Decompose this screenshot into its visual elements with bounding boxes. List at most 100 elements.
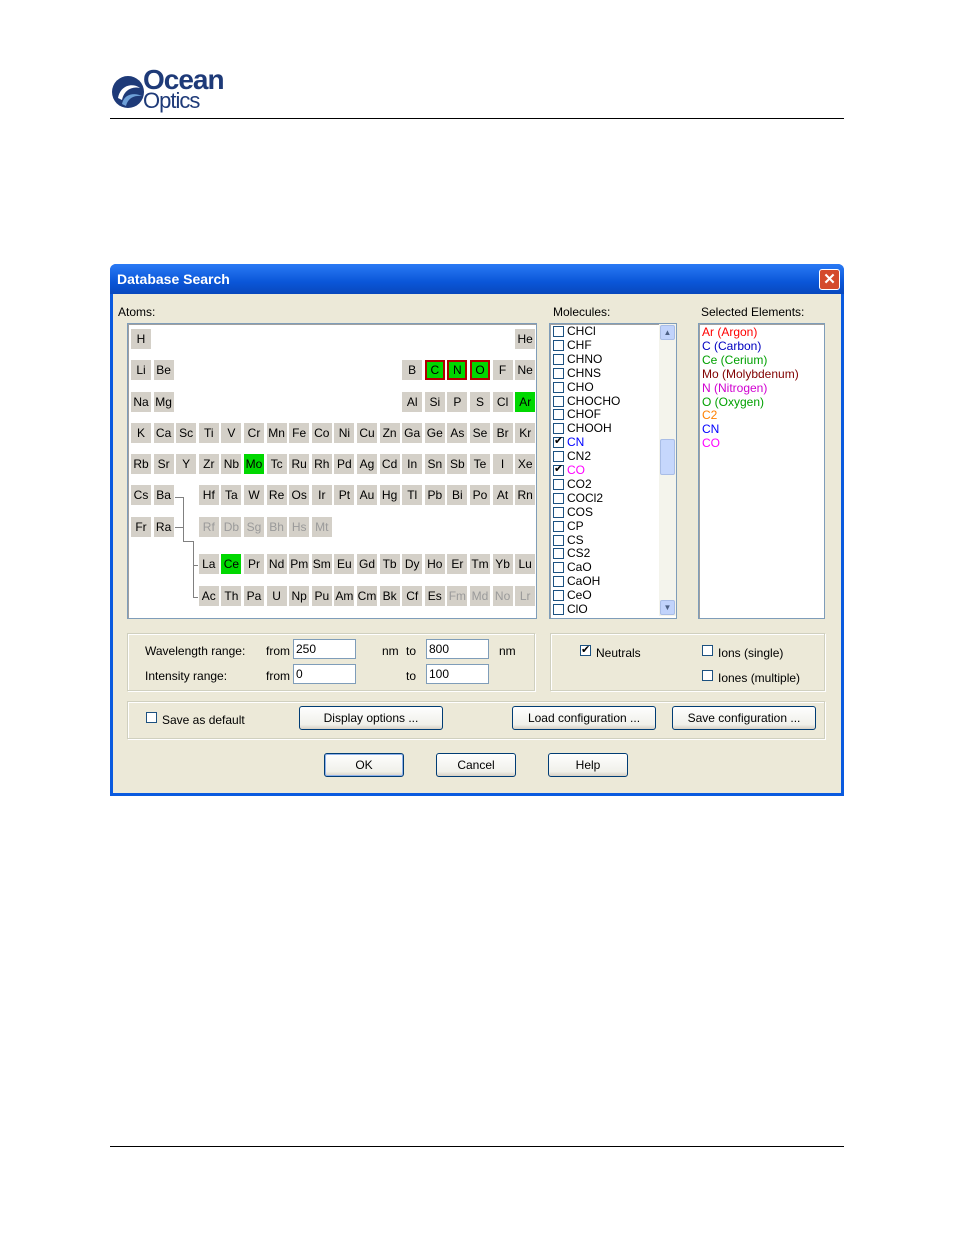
element-bi[interactable]: Bi [447, 485, 468, 505]
element-f[interactable]: F [492, 360, 513, 380]
ions-multiple-checkbox[interactable]: Iones (multiple) [702, 669, 800, 687]
element-p[interactable]: P [447, 392, 468, 412]
element-sc[interactable]: Sc [176, 423, 197, 443]
selected-element-item[interactable]: Ar (Argon) [702, 326, 757, 339]
molecule-item[interactable]: CS2 [553, 547, 590, 561]
save-configuration-button[interactable]: Save configuration ... [672, 706, 816, 730]
element-rb[interactable]: Rb [131, 454, 151, 474]
element-kr[interactable]: Kr [515, 423, 536, 443]
scroll-down-icon[interactable]: ▼ [660, 600, 675, 615]
element-ar[interactable]: Ar [515, 392, 536, 412]
cancel-button[interactable]: Cancel [436, 753, 516, 777]
element-ce[interactable]: Ce [221, 554, 242, 574]
element-ti[interactable]: Ti [198, 423, 219, 443]
checkbox-icon[interactable] [553, 478, 564, 490]
element-zr[interactable]: Zr [198, 454, 219, 474]
molecule-item[interactable]: CHOF [553, 408, 601, 422]
element-hs[interactable]: Hs [289, 517, 310, 537]
checkbox-icon[interactable] [553, 492, 564, 504]
selected-element-item[interactable]: Ce (Cerium) [702, 353, 767, 367]
element-er[interactable]: Er [447, 554, 468, 574]
checkbox-icon[interactable] [553, 604, 564, 615]
element-mo[interactable]: Mo [244, 454, 264, 474]
element-es[interactable]: Es [424, 586, 445, 606]
intensity-to-input[interactable]: 100 [426, 664, 489, 684]
element-ne[interactable]: Ne [515, 360, 536, 380]
element-y[interactable]: Y [176, 454, 197, 474]
molecule-item[interactable]: COCl2 [553, 491, 603, 506]
element-tl[interactable]: Tl [402, 485, 423, 505]
element-c[interactable]: C [424, 360, 445, 380]
ions-single-checkbox[interactable]: Ions (single) [702, 644, 783, 662]
element-yb[interactable]: Yb [492, 554, 513, 574]
element-k[interactable]: K [131, 423, 151, 443]
element-pt[interactable]: Pt [334, 485, 355, 505]
element-ge[interactable]: Ge [424, 423, 445, 443]
molecule-item[interactable]: CO [553, 463, 585, 478]
element-ag[interactable]: Ag [357, 454, 377, 474]
molecule-item[interactable]: CHNO [553, 352, 602, 367]
element-sn[interactable]: Sn [424, 454, 445, 474]
ions-single-check-icon[interactable] [702, 645, 713, 656]
selected-element-item[interactable]: O (Oxygen) [702, 395, 764, 409]
element-u[interactable]: U [266, 586, 287, 606]
element-br[interactable]: Br [492, 423, 513, 443]
element-al[interactable]: Al [402, 392, 423, 412]
molecule-item[interactable]: CHOOH [553, 422, 612, 436]
neutrals-checkbox[interactable]: Neutrals [580, 643, 641, 662]
element-te[interactable]: Te [470, 454, 490, 474]
element-be[interactable]: Be [153, 360, 174, 380]
wavelength-from-input[interactable]: 250 [293, 639, 356, 659]
element-pa[interactable]: Pa [244, 586, 264, 606]
element-w[interactable]: W [244, 485, 264, 505]
save-as-default-checkbox[interactable]: Save as default [146, 711, 245, 729]
element-bh[interactable]: Bh [266, 517, 287, 537]
intensity-from-input[interactable]: 0 [293, 664, 356, 684]
selected-element-item[interactable]: CO [702, 437, 720, 450]
element-se[interactable]: Se [470, 423, 490, 443]
element-eu[interactable]: Eu [334, 554, 355, 574]
element-re[interactable]: Re [266, 485, 287, 505]
title-bar[interactable]: Database Search ✕ [110, 264, 844, 294]
element-rn[interactable]: Rn [515, 485, 536, 505]
molecule-item[interactable]: CaO [553, 561, 592, 575]
molecule-item[interactable]: CN2 [553, 450, 591, 464]
molecule-item[interactable]: CHF [553, 338, 592, 353]
ok-button[interactable]: OK [324, 753, 404, 777]
element-he[interactable]: He [515, 329, 536, 349]
element-ho[interactable]: Ho [424, 554, 445, 574]
element-sg[interactable]: Sg [244, 517, 264, 537]
element-nd[interactable]: Nd [266, 554, 287, 574]
element-ra[interactable]: Ra [153, 517, 174, 537]
scroll-up-icon[interactable]: ▲ [660, 325, 675, 340]
element-n[interactable]: N [447, 360, 468, 380]
element-lr[interactable]: Lr [515, 586, 536, 606]
element-h[interactable]: H [131, 329, 151, 349]
element-pu[interactable]: Pu [311, 586, 332, 606]
element-rf[interactable]: Rf [198, 517, 219, 537]
display-options-button[interactable]: Display options ... [299, 706, 443, 730]
checkbox-icon[interactable] [553, 409, 564, 421]
element-no[interactable]: No [492, 586, 513, 606]
help-button[interactable]: Help [548, 753, 628, 777]
element-li[interactable]: Li [131, 360, 151, 380]
checkbox-icon[interactable] [553, 367, 564, 379]
molecule-item[interactable]: CeO [553, 589, 592, 603]
element-lu[interactable]: Lu [515, 554, 536, 574]
scroll-thumb[interactable] [660, 439, 675, 475]
selected-element-item[interactable]: C (Carbon) [702, 339, 761, 353]
molecule-item[interactable]: CHOCHO [553, 394, 620, 409]
element-s[interactable]: S [470, 392, 490, 412]
element-i[interactable]: I [492, 454, 513, 474]
checkbox-icon[interactable] [553, 395, 564, 407]
checkbox-icon[interactable] [553, 435, 564, 449]
element-nb[interactable]: Nb [221, 454, 242, 474]
element-hf[interactable]: Hf [198, 485, 219, 505]
element-ni[interactable]: Ni [334, 423, 355, 443]
element-pr[interactable]: Pr [244, 554, 264, 574]
element-ga[interactable]: Ga [402, 423, 423, 443]
element-am[interactable]: Am [334, 586, 355, 606]
selected-elements-listbox[interactable]: Ar (Argon) C (Carbon) Ce (Cerium) Mo (Molyb… [698, 323, 825, 619]
checkbox-icon[interactable] [553, 590, 564, 602]
element-tc[interactable]: Tc [266, 454, 287, 474]
